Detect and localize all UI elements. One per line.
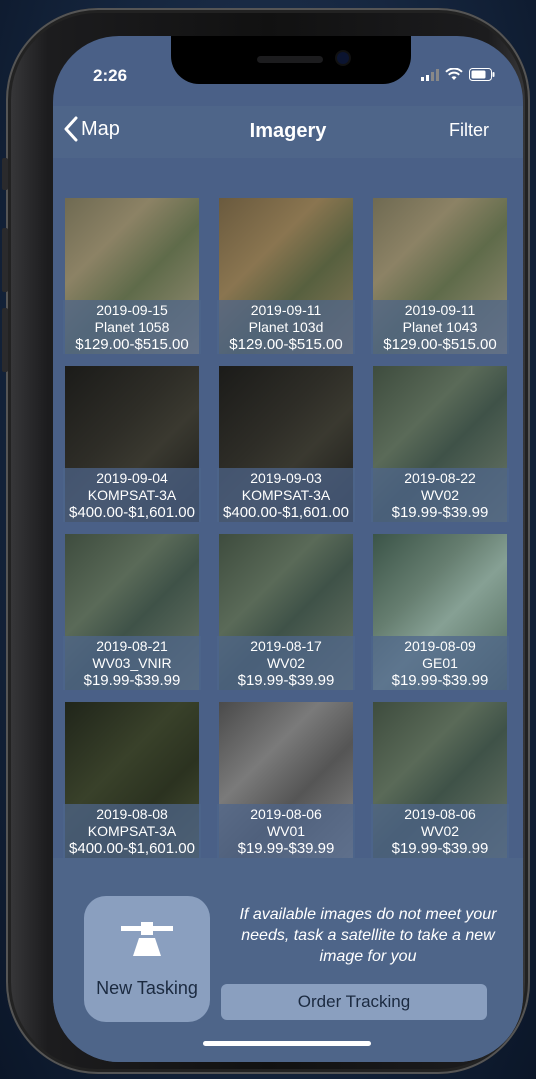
image-satellite: WV01 bbox=[266, 823, 306, 839]
image-tile[interactable]: 2019-08-21 WV03_VNIR $19.99-$39.99 bbox=[63, 534, 201, 690]
image-tile[interactable]: 2019-09-11 Planet 1043 $129.00-$515.00 bbox=[371, 198, 509, 354]
image-satellite: Planet 103d bbox=[248, 319, 324, 335]
battery-icon bbox=[469, 68, 495, 81]
image-tile[interactable]: 2019-09-03 KOMPSAT-3A $400.00-$1,601.00 bbox=[217, 366, 355, 522]
image-tile[interactable]: 2019-09-15 Planet 1058 $129.00-$515.00 bbox=[63, 198, 201, 354]
image-tile[interactable]: 2019-08-22 WV02 $19.99-$39.99 bbox=[371, 366, 509, 522]
image-tile[interactable]: 2019-08-08 KOMPSAT-3A $400.00-$1,601.00 bbox=[63, 702, 201, 858]
image-tile[interactable]: 2019-08-17 WV02 $19.99-$39.99 bbox=[217, 534, 355, 690]
image-caption: 2019-09-04 KOMPSAT-3A $400.00-$1,601.00 bbox=[63, 468, 201, 522]
image-satellite: KOMPSAT-3A bbox=[87, 487, 177, 503]
image-price: $129.00-$515.00 bbox=[229, 336, 343, 353]
image-price: $400.00-$1,601.00 bbox=[69, 504, 195, 521]
image-date: 2019-08-17 bbox=[250, 638, 322, 654]
image-caption: 2019-08-06 WV02 $19.99-$39.99 bbox=[371, 804, 509, 858]
image-price: $400.00-$1,601.00 bbox=[69, 840, 195, 857]
image-satellite: Planet 1058 bbox=[94, 319, 170, 335]
screen: 2:26 Map Imagery Filter 2019-09-15 Plane… bbox=[53, 36, 523, 1062]
image-date: 2019-08-06 bbox=[250, 806, 322, 822]
image-caption: 2019-08-06 WV01 $19.99-$39.99 bbox=[217, 804, 355, 858]
imagery-grid-area[interactable]: 2019-09-15 Planet 1058 $129.00-$515.00 2019… bbox=[53, 158, 523, 858]
volume-up-button bbox=[2, 228, 8, 292]
new-tasking-button[interactable]: New Tasking bbox=[84, 896, 210, 1022]
signal-icon bbox=[421, 68, 439, 81]
image-tile[interactable]: 2019-08-06 WV02 $19.99-$39.99 bbox=[371, 702, 509, 858]
imagery-grid: 2019-09-15 Planet 1058 $129.00-$515.00 2019… bbox=[63, 198, 509, 858]
image-caption: 2019-09-11 Planet 1043 $129.00-$515.00 bbox=[371, 300, 509, 354]
navigation-bar: Map Imagery Filter bbox=[53, 106, 523, 158]
speaker bbox=[257, 56, 323, 63]
image-caption: 2019-08-08 KOMPSAT-3A $400.00-$1,601.00 bbox=[63, 804, 201, 858]
image-caption: 2019-08-17 WV02 $19.99-$39.99 bbox=[217, 636, 355, 690]
new-tasking-label: New Tasking bbox=[96, 978, 198, 998]
image-date: 2019-09-03 bbox=[250, 470, 322, 486]
front-camera bbox=[337, 52, 349, 64]
image-price: $19.99-$39.99 bbox=[391, 672, 489, 689]
image-satellite: WV02 bbox=[266, 655, 306, 671]
image-caption: 2019-08-09 GE01 $19.99-$39.99 bbox=[371, 636, 509, 690]
image-tile[interactable]: 2019-09-04 KOMPSAT-3A $400.00-$1,601.00 bbox=[63, 366, 201, 522]
volume-down-button bbox=[2, 308, 8, 372]
image-date: 2019-09-11 bbox=[250, 302, 322, 318]
image-price: $19.99-$39.99 bbox=[391, 840, 489, 857]
image-caption: 2019-09-11 Planet 103d $129.00-$515.00 bbox=[217, 300, 355, 354]
image-satellite: Planet 1043 bbox=[402, 319, 478, 335]
image-caption: 2019-09-03 KOMPSAT-3A $400.00-$1,601.00 bbox=[217, 468, 355, 522]
status-time: 2:26 bbox=[93, 66, 128, 85]
image-date: 2019-09-15 bbox=[96, 302, 168, 318]
image-price: $19.99-$39.99 bbox=[237, 672, 335, 689]
system-icons bbox=[421, 68, 495, 81]
image-tile[interactable]: 2019-09-11 Planet 103d $129.00-$515.00 bbox=[217, 198, 355, 354]
notch bbox=[171, 36, 411, 84]
image-tile[interactable]: 2019-08-09 GE01 $19.99-$39.99 bbox=[371, 534, 509, 690]
tasking-message: If available images do not meet your nee… bbox=[239, 906, 497, 965]
image-satellite: KOMPSAT-3A bbox=[241, 487, 331, 503]
tasking-panel: New Tasking If available images do not m… bbox=[53, 858, 523, 1062]
image-satellite: WV03_VNIR bbox=[92, 655, 172, 671]
phone-frame: 2:26 Map Imagery Filter 2019-09-15 Plane… bbox=[2, 8, 530, 1074]
home-indicator[interactable] bbox=[203, 1041, 371, 1046]
filter-button[interactable]: Filter bbox=[449, 120, 489, 141]
image-date: 2019-08-22 bbox=[404, 470, 476, 486]
image-price: $129.00-$515.00 bbox=[383, 336, 497, 353]
image-caption: 2019-09-15 Planet 1058 $129.00-$515.00 bbox=[63, 300, 201, 354]
image-satellite: WV02 bbox=[420, 487, 460, 503]
image-date: 2019-08-08 bbox=[96, 806, 168, 822]
wifi-icon bbox=[445, 68, 463, 80]
image-date: 2019-08-09 bbox=[404, 638, 476, 654]
image-caption: 2019-08-22 WV02 $19.99-$39.99 bbox=[371, 468, 509, 522]
image-date: 2019-09-11 bbox=[404, 302, 476, 318]
image-price: $19.99-$39.99 bbox=[83, 672, 181, 689]
image-price: $129.00-$515.00 bbox=[75, 336, 189, 353]
satellite-icon bbox=[121, 922, 173, 956]
image-satellite: WV02 bbox=[420, 823, 460, 839]
order-tracking-button[interactable]: Order Tracking bbox=[221, 984, 487, 1020]
image-satellite: GE01 bbox=[422, 655, 458, 671]
image-price: $400.00-$1,601.00 bbox=[223, 504, 349, 521]
mute-switch bbox=[2, 158, 8, 190]
image-price: $19.99-$39.99 bbox=[237, 840, 335, 857]
image-caption: 2019-08-21 WV03_VNIR $19.99-$39.99 bbox=[63, 636, 201, 690]
image-tile[interactable]: 2019-08-06 WV01 $19.99-$39.99 bbox=[217, 702, 355, 858]
image-date: 2019-08-06 bbox=[404, 806, 476, 822]
image-price: $19.99-$39.99 bbox=[391, 504, 489, 521]
image-date: 2019-09-04 bbox=[96, 470, 168, 486]
image-satellite: KOMPSAT-3A bbox=[87, 823, 177, 839]
image-date: 2019-08-21 bbox=[96, 638, 168, 654]
